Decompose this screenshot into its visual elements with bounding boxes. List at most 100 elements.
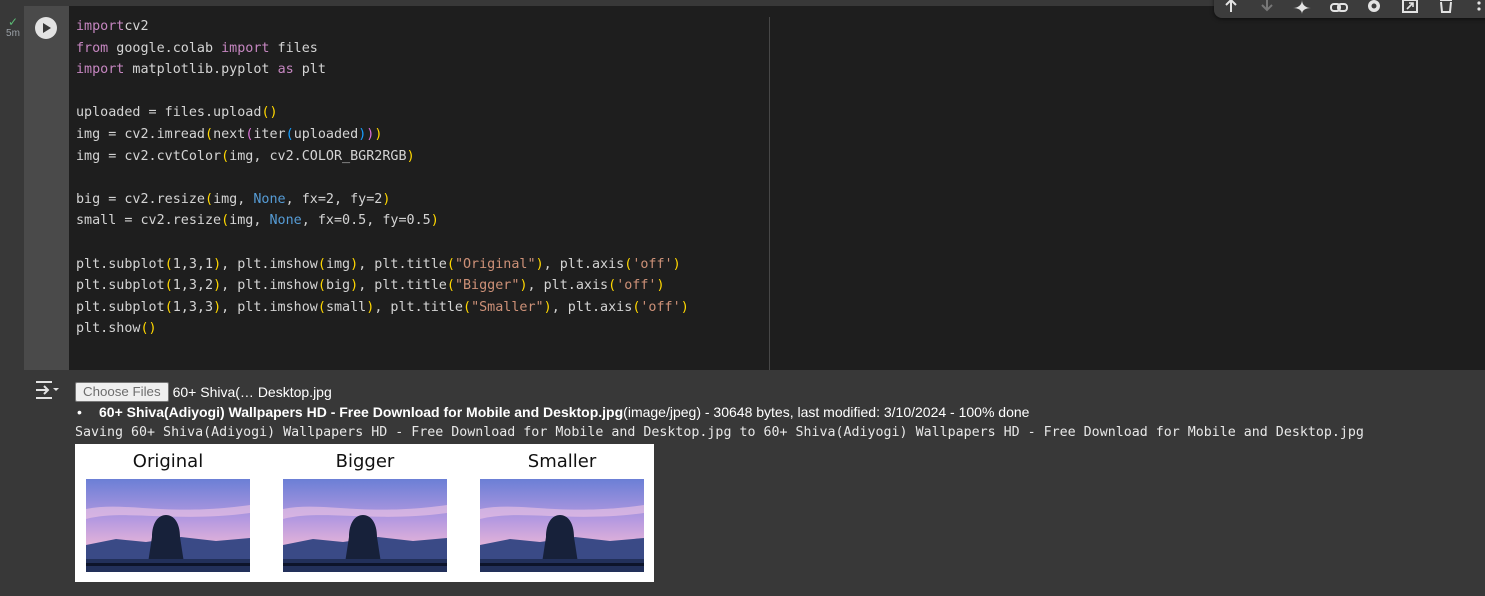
code-token: ) <box>382 191 391 207</box>
code-token: ( <box>446 256 455 272</box>
move-down-icon[interactable] <box>1258 0 1276 14</box>
code-token: img, <box>213 191 254 207</box>
code-token: ) <box>519 278 528 294</box>
code-token: 1,3,1 <box>172 256 214 272</box>
cell-run-bar <box>24 6 69 370</box>
code-line[interactable]: plt.subplot(1,3,1), plt.imshow(img), plt… <box>76 254 689 276</box>
code-token: import <box>76 19 125 34</box>
mirror-cell-icon[interactable] <box>1401 0 1419 14</box>
move-up-icon[interactable] <box>1222 0 1240 14</box>
subplot-title-bigger: Bigger <box>335 451 395 472</box>
code-token: as <box>277 62 294 78</box>
cell-toolbar <box>1214 0 1485 18</box>
checkmark-icon: ✓ <box>7 15 19 29</box>
output-actions-icon[interactable] <box>34 378 60 402</box>
code-token: next <box>213 126 246 142</box>
execution-time: 5m <box>6 28 20 39</box>
delete-icon[interactable] <box>1437 0 1455 14</box>
code-token: ( <box>164 299 173 315</box>
code-line[interactable]: import matplotlib.pyplot as plt <box>76 59 689 81</box>
gemini-spark-icon[interactable] <box>1293 0 1311 14</box>
bullet: • <box>77 404 82 420</box>
code-line[interactable] <box>76 232 689 254</box>
gear-icon[interactable] <box>1365 0 1383 14</box>
code-token: 1,3,2 <box>172 278 214 294</box>
code-token: "Smaller" <box>471 299 544 315</box>
code-token: ) <box>350 278 359 294</box>
code-line[interactable]: big = cv2.resize(img, None, fx=2, fy=2) <box>76 189 689 211</box>
code-token: None <box>269 213 302 229</box>
code-line[interactable]: plt.subplot(1,3,2), plt.imshow(big), plt… <box>76 275 689 297</box>
execution-status: ✓ 5m <box>3 16 23 39</box>
code-token: plt <box>293 62 326 78</box>
code-token: () <box>140 321 157 337</box>
code-line[interactable]: small = cv2.resize(img, None, fx=0.5, fy… <box>76 210 689 232</box>
code-token: ) <box>213 256 222 272</box>
code-token: , plt.title <box>358 278 447 294</box>
code-token: img = cv2.cvtColor <box>76 148 222 164</box>
code-token: ( <box>205 126 214 142</box>
code-line[interactable]: img = cv2.imread(next(iter(uploaded))) <box>76 124 689 146</box>
code-token: ( <box>446 278 455 294</box>
code-token: ( <box>317 256 326 272</box>
code-token: ) <box>656 278 665 294</box>
code-line[interactable]: from google.colab import files <box>76 38 689 60</box>
code-token: , plt.imshow <box>221 299 318 315</box>
code-token: , plt.axis <box>527 278 609 294</box>
code-token: uploaded <box>293 126 359 142</box>
code-token: plt.subplot <box>76 278 165 294</box>
code-token: img <box>325 256 351 272</box>
code-line[interactable]: plt.subplot(1,3,3), plt.imshow(small), p… <box>76 297 689 319</box>
code-token: () <box>261 105 278 121</box>
editor-ruler <box>769 17 770 370</box>
code-token: , plt.axis <box>551 299 633 315</box>
code-token: 'off' <box>616 278 657 294</box>
code-token: ) <box>680 299 689 315</box>
code-token: ) <box>213 278 222 294</box>
subplot-image-original <box>86 479 250 572</box>
code-token: ) <box>430 213 439 229</box>
run-cell-button[interactable] <box>35 17 57 39</box>
choose-files-button[interactable]: Choose Files <box>75 382 169 402</box>
code-line[interactable] <box>76 167 689 189</box>
code-token: ) <box>672 256 681 272</box>
plot-figure: Original Bigger Smaller <box>75 444 654 582</box>
code-token: plt.subplot <box>76 256 165 272</box>
code-token: img = cv2.imread <box>76 126 205 142</box>
code-token: ) <box>543 299 552 315</box>
code-token: big = cv2.resize <box>76 191 205 207</box>
code-token: ) <box>406 148 415 164</box>
code-token: img, <box>229 213 270 229</box>
code-line[interactable]: importcv2 <box>76 16 689 38</box>
saving-message: Saving 60+ Shiva(Adiyogi) Wallpapers HD … <box>75 425 1364 440</box>
link-icon[interactable] <box>1330 0 1348 14</box>
more-icon[interactable] <box>1470 0 1485 14</box>
subplot-title-original: Original <box>132 451 204 472</box>
code-token: ( <box>164 256 173 272</box>
code-token: plt.show <box>76 321 141 337</box>
code-token: , fx=2, fy=2 <box>285 191 383 207</box>
code-token: , plt.title <box>374 299 463 315</box>
code-token: , plt.axis <box>543 256 625 272</box>
code-token: cv2 <box>124 19 149 34</box>
code-token: matplotlib.pyplot <box>124 62 278 78</box>
code-token: , fx=0.5, fy=0.5 <box>301 213 431 229</box>
code-token: plt.subplot <box>76 299 165 315</box>
code-token: small = cv2.resize <box>76 213 222 229</box>
code-line[interactable] <box>76 81 689 103</box>
code-token: google.colab <box>108 40 222 56</box>
selected-file-name: 60+ Shiva(… Desktop.jpg <box>172 384 332 400</box>
code-line[interactable]: plt.show() <box>76 318 689 340</box>
code-line[interactable]: img = cv2.cvtColor(img, cv2.COLOR_BGR2RG… <box>76 146 689 168</box>
code-token: ( <box>221 213 230 229</box>
code-token: ( <box>285 126 294 142</box>
code-token: img, cv2.COLOR_BGR2RGB <box>229 148 407 164</box>
code-token: ) <box>374 126 383 142</box>
subplot-title-smaller: Smaller <box>527 451 597 472</box>
code-token: ( <box>317 299 326 315</box>
code-token: import <box>221 40 270 56</box>
code-token: ) <box>350 256 359 272</box>
code-token: "Bigger" <box>454 278 520 294</box>
code-line[interactable]: uploaded = files.upload() <box>76 102 689 124</box>
code-text[interactable]: importcv2 from google.colab import files i… <box>76 16 689 340</box>
